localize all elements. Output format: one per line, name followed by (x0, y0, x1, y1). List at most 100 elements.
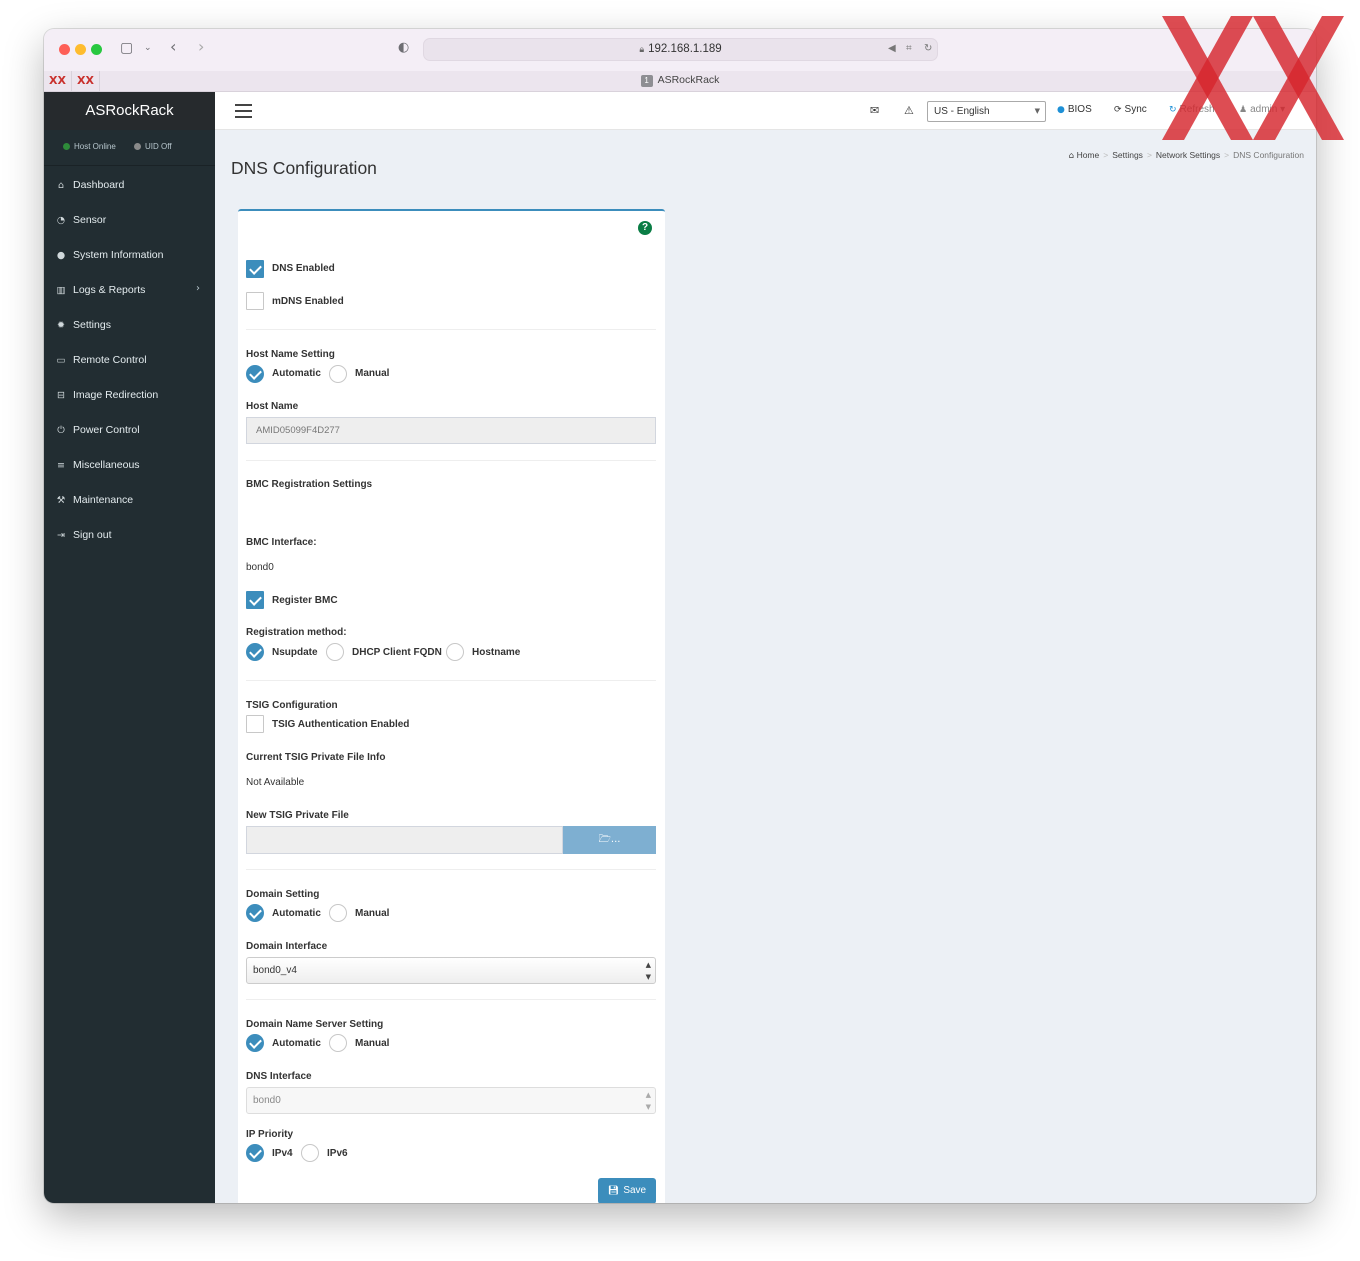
sidebar-item-power-control[interactable]: ⏻ Power Control (44, 413, 215, 448)
audio-icon[interactable]: ◀︎ (888, 43, 896, 54)
home-icon: ⌂ (57, 180, 65, 191)
language-select[interactable]: US - English ▼ (927, 101, 1046, 122)
bmc-registration-title: BMC Registration Settings (246, 479, 373, 490)
tsig-configuration-title: TSIG Configuration (246, 700, 338, 711)
chevron-right-icon: › (196, 283, 200, 294)
sidebar-item-miscellaneous[interactable]: ≡ Miscellaneous (44, 448, 215, 483)
host-name-label: Host Name (246, 401, 299, 412)
ipv6-label: IPv6 (327, 1148, 348, 1159)
active-tab[interactable]: 1 ASRockRack (44, 74, 1316, 87)
hamburger-menu-icon[interactable] (235, 104, 252, 122)
refresh-link[interactable]: ↻ Refresh (1169, 104, 1215, 115)
floppy-disk-icon: 💾︎ (607, 1186, 620, 1196)
registration-method-label: Registration method: (246, 627, 347, 638)
domain-manual-radio[interactable] (329, 904, 347, 922)
page-title: DNS Configuration (231, 158, 377, 178)
envelope-icon[interactable]: ✉ (870, 104, 879, 117)
hostname-label: Hostname (472, 647, 521, 658)
lock-icon: 🔒︎ (639, 44, 645, 54)
domain-automatic-radio[interactable] (246, 904, 264, 922)
tsig-auth-label: TSIG Authentication Enabled (272, 719, 410, 730)
dns-server-automatic-label: Automatic (272, 1038, 321, 1049)
sidebar-item-remote-control[interactable]: ▭ Remote Control (44, 343, 215, 378)
sidebar-item-settings[interactable]: ✹ Settings (44, 308, 215, 343)
minimize-window-button[interactable] (75, 44, 86, 55)
sidebar-item-logs-reports[interactable]: ▥ Logs & Reports › (44, 273, 215, 308)
sync-link[interactable]: ⟳ Sync (1114, 104, 1147, 115)
tsig-file-input[interactable] (246, 826, 563, 854)
help-icon[interactable]: ? (638, 221, 652, 235)
warning-icon[interactable]: ⚠ (904, 104, 914, 117)
divider (246, 329, 656, 330)
dns-server-setting-label: Domain Name Server Setting (246, 1019, 384, 1030)
shield-icon[interactable]: ◐ (398, 40, 409, 55)
host-name-automatic-radio[interactable] (246, 365, 264, 383)
user-menu[interactable]: ♟ admin ▾ (1239, 104, 1285, 115)
dns-server-manual-radio[interactable] (329, 1034, 347, 1052)
user-icon: ♟ (1239, 105, 1248, 115)
dns-server-manual-label: Manual (355, 1038, 390, 1049)
dns-enabled-label: DNS Enabled (272, 263, 335, 274)
monitor-icon: ▭ (56, 355, 66, 366)
forward-icon[interactable]: › (198, 37, 204, 56)
back-icon[interactable]: ‹ (170, 37, 176, 56)
sidebar-item-dashboard[interactable]: ⌂ Dashboard (44, 168, 215, 203)
wrench-icon: ⚒ (56, 495, 66, 506)
home-icon: ⌂ (1068, 151, 1075, 161)
mdns-enabled-label: mDNS Enabled (272, 296, 344, 307)
host-name-field[interactable]: AMID05099F4D277 (246, 417, 656, 444)
dns-interface-select[interactable]: bond0 ▲ ▼ (246, 1087, 656, 1114)
translate-icon[interactable]: ⌗ (906, 43, 912, 54)
browse-file-button[interactable]: 🗁︎... (563, 826, 656, 854)
ipv4-radio[interactable] (246, 1144, 264, 1162)
ip-priority-label: IP Priority (246, 1129, 294, 1140)
host-name-setting-label: Host Name Setting (246, 349, 335, 360)
breadcrumb-settings[interactable]: Settings (1112, 150, 1143, 160)
sidebar: ASRockRack Host Online UID Off ⌂ Dashboar… (44, 92, 215, 1203)
sidebar-item-sensor[interactable]: ◔ Sensor (44, 203, 215, 238)
bmc-interface-label: BMC Interface: (246, 537, 317, 548)
sidebar-item-system-information[interactable]: ● System Information (44, 238, 215, 273)
reload-icon[interactable]: ↻ (924, 43, 932, 54)
sidebar-item-sign-out[interactable]: ⇥ Sign out (44, 518, 215, 553)
save-button[interactable]: 💾︎ Save (598, 1178, 656, 1203)
domain-interface-select[interactable]: bond0_v4 ▲ ▼ (246, 957, 656, 984)
sign-out-icon: ⇥ (57, 530, 65, 541)
maximize-window-button[interactable] (91, 44, 102, 55)
dns-config-panel: ? DNS Enabled mDNS Enabled Host Name Set… (238, 209, 665, 1203)
dns-enabled-checkbox[interactable] (246, 260, 264, 278)
hostname-radio[interactable] (446, 643, 464, 661)
host-name-manual-radio[interactable] (329, 365, 347, 383)
dns-interface-label: DNS Interface (246, 1071, 312, 1082)
host-name-automatic-label: Automatic (272, 368, 321, 379)
divider (246, 460, 656, 461)
uid-status: UID Off (134, 142, 172, 151)
domain-interface-label: Domain Interface (246, 941, 328, 952)
host-status: Host Online (63, 142, 116, 151)
brand-logo[interactable]: ASRockRack (44, 92, 215, 130)
nsupdate-radio[interactable] (246, 643, 264, 661)
breadcrumb-current: DNS Configuration (1233, 150, 1304, 160)
dhcp-client-fqdn-radio[interactable] (326, 643, 344, 661)
address-bar[interactable]: 🔒︎ 192.168.1.189 ◀︎ ⌗ ↻ (423, 38, 938, 61)
close-window-button[interactable] (59, 44, 70, 55)
status-row: Host Online UID Off (44, 130, 215, 166)
sidebar-item-image-redirection[interactable]: ⊟ Image Redirection (44, 378, 215, 413)
dns-server-automatic-radio[interactable] (246, 1034, 264, 1052)
top-header: ✉ ⚠ US - English ▼ ● BIOS ⟳ Sync ↻ Refresh ♟… (215, 92, 1316, 130)
register-bmc-checkbox[interactable] (246, 591, 264, 609)
sidebar-item-maintenance[interactable]: ⚒ Maintenance (44, 483, 215, 518)
select-arrows-icon: ▲ ▼ (645, 961, 651, 981)
breadcrumb-home[interactable]: ⌂ Home (1068, 150, 1099, 161)
mdns-enabled-checkbox[interactable] (246, 292, 264, 310)
current-tsig-label: Current TSIG Private File Info (246, 752, 386, 763)
breadcrumb: ⌂ Home > Settings > Network Settings > DNS Con… (1068, 150, 1304, 161)
breadcrumb-network-settings[interactable]: Network Settings (1156, 150, 1220, 160)
ipv6-radio[interactable] (301, 1144, 319, 1162)
chevron-down-icon[interactable]: ⌄ (144, 43, 152, 53)
nsupdate-label: Nsupdate (272, 647, 318, 658)
sidebar-toggle-icon[interactable]: ▢ (120, 40, 133, 56)
hdd-icon: ⊟ (57, 390, 65, 401)
tsig-auth-checkbox[interactable] (246, 715, 264, 733)
bios-link[interactable]: ● BIOS (1057, 104, 1092, 115)
